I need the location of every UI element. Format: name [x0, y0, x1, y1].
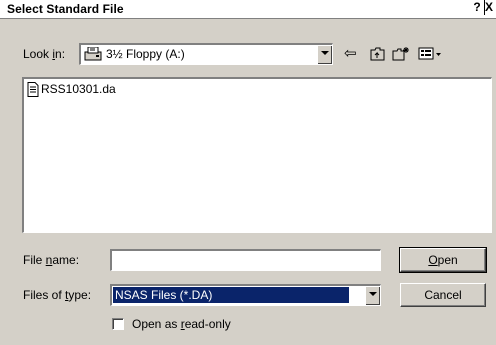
select-file-dialog: Select Standard File ? X Look in: 3½ Flo…: [0, 0, 496, 345]
document-icon: [27, 82, 39, 97]
dialog-title: Select Standard File: [7, 2, 124, 16]
close-button[interactable]: X: [485, 0, 496, 15]
chevron-down-icon: [321, 51, 329, 55]
floppy-drive-icon: [84, 47, 102, 61]
title-bar: Select Standard File ? X: [0, 0, 496, 19]
cancel-button[interactable]: Cancel: [400, 283, 486, 307]
filetype-label: Files of type:: [23, 288, 92, 302]
filetype-value: NSAS Files (*.DA): [113, 287, 349, 303]
filetype-dropdown[interactable]: NSAS Files (*.DA): [110, 284, 381, 306]
view-menu-icon[interactable]: [418, 46, 444, 62]
filetype-dropdown-button[interactable]: [365, 286, 380, 305]
lookin-value: 3½ Floppy (A:): [106, 47, 185, 61]
file-name-label: RSS10301.da: [41, 82, 116, 96]
readonly-checkbox[interactable]: [112, 318, 124, 330]
lookin-dropdown[interactable]: 3½ Floppy (A:): [79, 43, 333, 65]
lookin-label: Look in:: [23, 47, 66, 61]
readonly-label[interactable]: Open as read-only: [132, 317, 231, 331]
back-arrow-icon[interactable]: ⇦: [344, 46, 357, 62]
up-folder-icon[interactable]: [370, 46, 386, 62]
new-folder-icon[interactable]: [392, 46, 410, 62]
help-button[interactable]: ?: [470, 0, 485, 15]
file-list[interactable]: RSS10301.da: [22, 77, 492, 233]
chevron-down-icon: [369, 292, 377, 296]
lookin-dropdown-button[interactable]: [317, 45, 332, 64]
open-button[interactable]: Open: [399, 247, 487, 273]
filename-input[interactable]: [110, 249, 381, 271]
filename-label: File name:: [23, 253, 80, 267]
